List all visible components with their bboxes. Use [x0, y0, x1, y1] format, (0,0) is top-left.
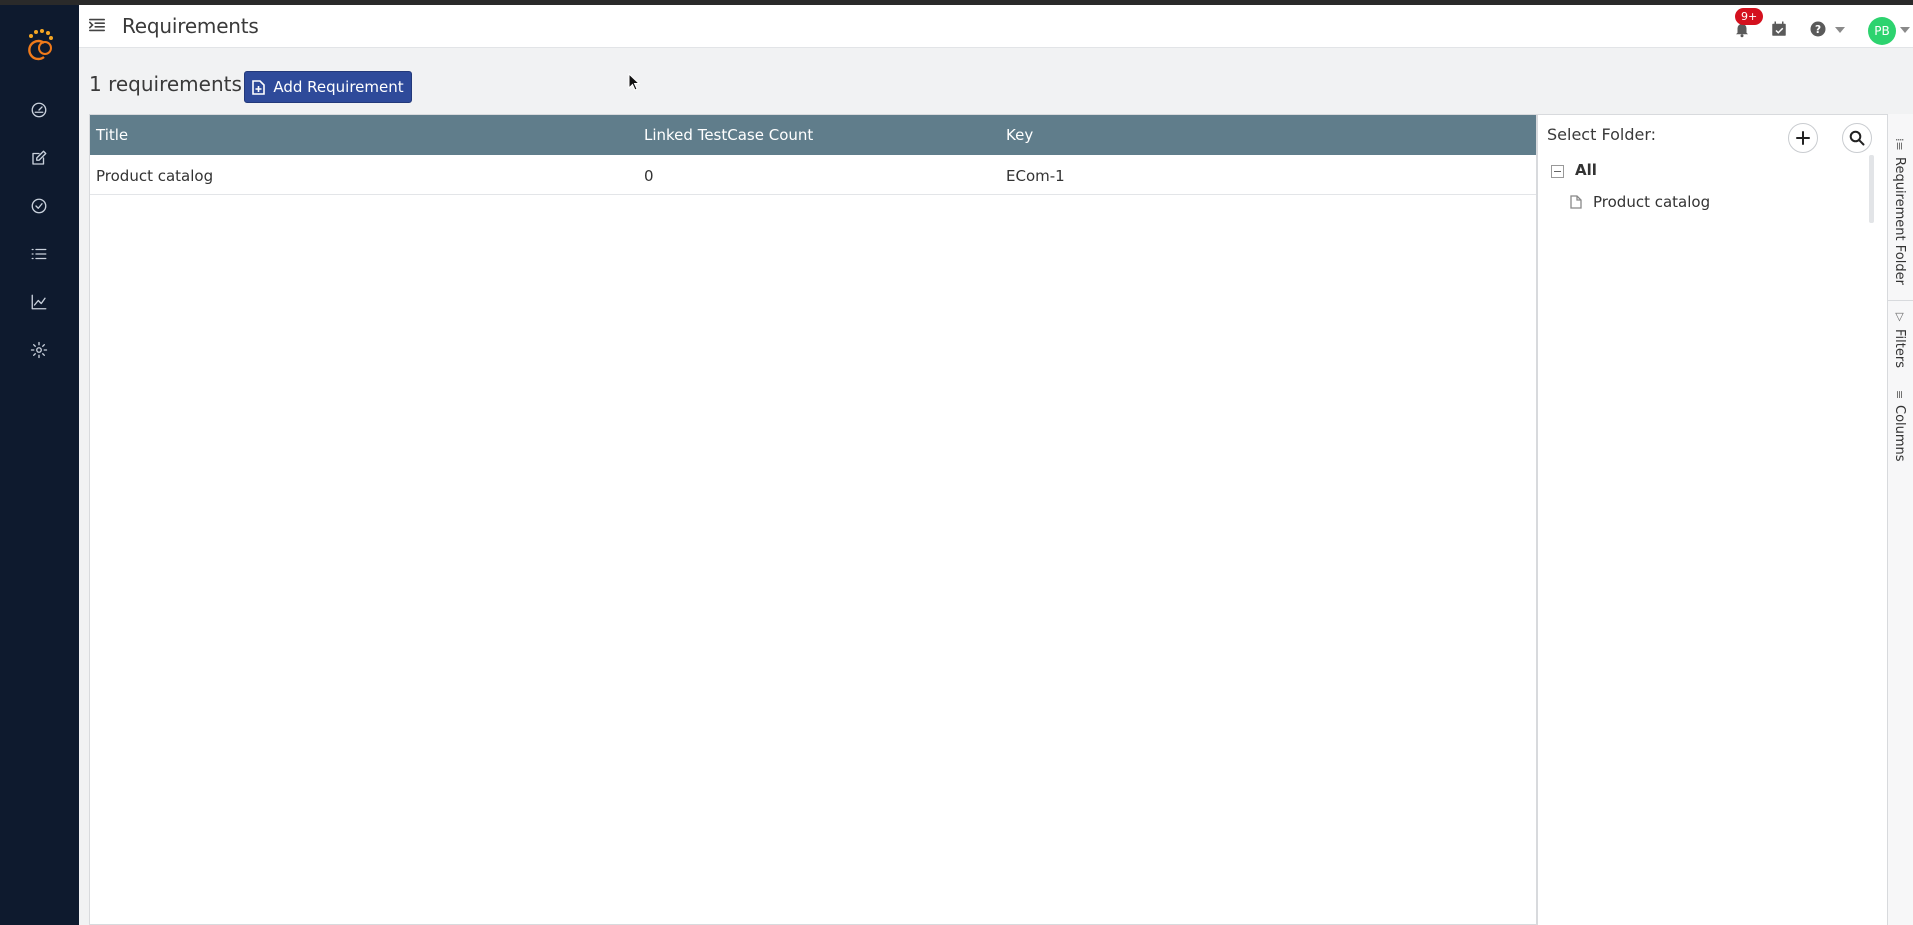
tab-filters-label: Filters [1892, 329, 1907, 368]
table-row[interactable]: Product catalog 0 ECom-1 [90, 155, 1536, 195]
top-header: Requirements 9+ ? PB [79, 5, 1913, 48]
columns-icon: ≡ [1893, 390, 1906, 400]
page-title: Requirements [122, 14, 259, 38]
sidebar [0, 5, 79, 925]
list-icon: ⁞≡ [1893, 138, 1906, 151]
requirements-count: 1 requirements [89, 72, 242, 96]
search-folder-button[interactable] [1842, 123, 1872, 153]
plus-icon [1796, 131, 1810, 145]
tab-requirement-folder-label: Requirement Folder [1892, 156, 1907, 285]
app-logo-icon[interactable] [22, 27, 56, 61]
column-header-key[interactable]: Key [1006, 126, 1033, 144]
side-tabs: ⁞≡ Requirement Folder ▽ Filters ≡ Column… [1887, 114, 1913, 925]
grid-header: Title Linked TestCase Count Key [90, 115, 1536, 155]
cell-key: ECom-1 [1006, 167, 1065, 185]
svg-text:?: ? [1815, 24, 1821, 36]
folder-panel: Select Folder: All Product catalog [1537, 114, 1887, 925]
calendar-check-icon[interactable] [1768, 18, 1790, 40]
tree-node-product-catalog[interactable]: Product catalog [1593, 193, 1710, 211]
search-icon [1849, 130, 1865, 146]
help-dropdown-chevron-icon[interactable] [1835, 27, 1845, 33]
dashboard-gauge-icon[interactable] [27, 98, 51, 122]
gear-icon[interactable] [27, 338, 51, 362]
tab-columns-label: Columns [1892, 405, 1907, 462]
user-avatar[interactable]: PB [1868, 17, 1896, 45]
add-requirement-button[interactable]: Add Requirement [244, 71, 412, 103]
mouse-cursor-icon [628, 72, 641, 95]
filter-icon: ▽ [1893, 310, 1906, 323]
check-circle-icon[interactable] [27, 194, 51, 218]
tab-requirement-folder[interactable]: ⁞≡ Requirement Folder [1892, 138, 1907, 285]
list-icon[interactable] [27, 242, 51, 266]
column-header-linked-testcase-count[interactable]: Linked TestCase Count [644, 126, 813, 144]
add-folder-button[interactable] [1788, 123, 1818, 153]
user-dropdown-chevron-icon[interactable] [1900, 27, 1910, 33]
tree-collapse-icon[interactable] [1551, 165, 1564, 178]
help-icon[interactable]: ? [1807, 18, 1829, 40]
tab-filters[interactable]: ▽ Filters [1892, 310, 1907, 368]
column-header-title[interactable]: Title [96, 126, 128, 144]
cell-linked-testcase-count: 0 [644, 167, 654, 185]
file-plus-icon [252, 79, 266, 95]
tab-divider [1888, 300, 1913, 301]
folder-scrollbar[interactable] [1869, 155, 1874, 223]
chart-line-icon[interactable] [27, 290, 51, 314]
notification-badge: 9+ [1735, 8, 1764, 25]
tab-columns[interactable]: ≡ Columns [1892, 390, 1907, 462]
requirements-grid: Title Linked TestCase Count Key Product … [89, 114, 1537, 925]
edit-icon[interactable] [27, 146, 51, 170]
menu-toggle-icon[interactable] [88, 16, 108, 36]
tree-node-all[interactable]: All [1575, 161, 1597, 179]
select-folder-label: Select Folder: [1547, 125, 1656, 144]
add-requirement-label: Add Requirement [273, 78, 404, 96]
file-icon [1570, 194, 1582, 209]
cell-title[interactable]: Product catalog [96, 167, 213, 185]
